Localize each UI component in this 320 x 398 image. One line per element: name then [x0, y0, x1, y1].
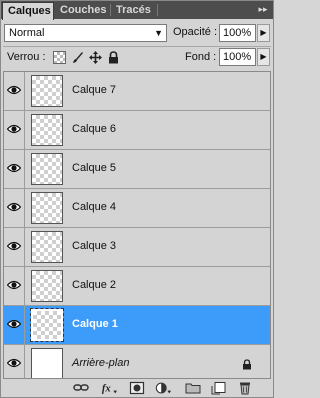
layer-thumbnail[interactable] [31, 75, 63, 107]
layer-row[interactable]: Calque 2 [4, 267, 270, 306]
layer-name[interactable]: Arrière-plan [72, 357, 129, 369]
new-layer-icon[interactable] [211, 381, 227, 395]
adjustment-icon[interactable] [155, 381, 171, 395]
tab-traces[interactable]: Tracés [111, 2, 157, 19]
chevron-down-icon: ▼ [154, 28, 163, 38]
eye-icon [7, 358, 21, 368]
layer-thumbnail[interactable] [31, 348, 63, 378]
layer-lock-icon [243, 359, 251, 370]
layer-thumbnail[interactable] [31, 192, 63, 224]
blend-mode-value: Normal [9, 27, 45, 39]
layer-row[interactable]: Arrière-plan [4, 345, 270, 378]
lock-label: Verrou : [7, 51, 46, 63]
eye-icon [7, 163, 21, 173]
eye-icon [7, 202, 21, 212]
layer-thumbnail[interactable] [31, 114, 63, 146]
fill-slider-arrow-icon[interactable]: ▶ [257, 48, 270, 66]
panel-collapse-icon[interactable]: ▸▸ [257, 3, 269, 15]
mask-icon[interactable] [129, 381, 145, 395]
layer-name[interactable]: Calque 5 [72, 162, 116, 174]
tab-separator [157, 4, 158, 16]
opacity-label: Opacité : [173, 26, 218, 38]
tab-couches[interactable]: Couches [55, 2, 110, 19]
opacity-input[interactable]: 100% [219, 24, 256, 42]
lock-position-move-icon[interactable] [89, 51, 102, 64]
lock-all-icon[interactable] [107, 51, 120, 64]
layer-name[interactable]: Calque 3 [72, 240, 116, 252]
lock-transparency-icon[interactable] [53, 51, 66, 64]
layer-name[interactable]: Calque 1 [72, 318, 118, 330]
layer-name[interactable]: Calque 4 [72, 201, 116, 213]
visibility-toggle[interactable] [4, 150, 25, 188]
trash-icon[interactable] [237, 381, 253, 395]
lock-pixels-brush-icon[interactable] [71, 51, 84, 64]
eye-icon [7, 319, 21, 329]
blend-row: Normal ▼ Opacité : 100% ▶ [1, 20, 273, 46]
tab-calques[interactable]: Calques [2, 2, 54, 20]
blend-mode-select[interactable]: Normal ▼ [4, 24, 167, 42]
layer-thumbnail[interactable] [31, 153, 63, 185]
bottom-toolbar: fx [1, 379, 273, 397]
layer-row[interactable]: Calque 5 [4, 150, 270, 189]
layers-list: Calque 7 Calque 6 Calque 5 Calque 4 Calque 3… [3, 71, 271, 379]
tab-bar: Calques Couches Tracés ▸▸ [1, 1, 273, 20]
fx-icon[interactable]: fx [101, 381, 117, 395]
layer-row[interactable]: Calque 6 [4, 111, 270, 150]
svg-text:fx: fx [102, 384, 112, 395]
visibility-toggle[interactable] [4, 111, 25, 149]
visibility-toggle[interactable] [4, 228, 25, 266]
opacity-slider-arrow-icon[interactable]: ▶ [257, 24, 270, 42]
layer-name[interactable]: Calque 6 [72, 123, 116, 135]
lock-row: Verrou : Fond : 100% ▶ [1, 46, 273, 68]
visibility-toggle[interactable] [4, 345, 25, 378]
eye-icon [7, 124, 21, 134]
layer-thumbnail[interactable] [31, 270, 63, 302]
visibility-toggle[interactable] [4, 306, 25, 344]
fill-label: Fond : [185, 51, 217, 63]
layer-name[interactable]: Calque 7 [72, 84, 116, 96]
layer-name[interactable]: Calque 2 [72, 279, 116, 291]
folder-icon[interactable] [185, 381, 201, 395]
visibility-toggle[interactable] [4, 72, 25, 110]
layer-row[interactable]: Calque 4 [4, 189, 270, 228]
visibility-toggle[interactable] [4, 267, 25, 305]
visibility-toggle[interactable] [4, 189, 25, 227]
fill-input[interactable]: 100% [219, 48, 256, 66]
eye-icon [7, 280, 21, 290]
layer-thumbnail[interactable] [31, 231, 63, 263]
layer-row[interactable]: Calque 7 [4, 72, 270, 111]
layer-row[interactable]: Calque 1 [4, 306, 270, 345]
link-icon[interactable] [73, 381, 89, 395]
eye-icon [7, 85, 21, 95]
layer-thumbnail[interactable] [30, 308, 64, 342]
eye-icon [7, 241, 21, 251]
layer-row[interactable]: Calque 3 [4, 228, 270, 267]
layers-panel: Calques Couches Tracés ▸▸ Normal ▼ Opaci… [0, 0, 274, 398]
